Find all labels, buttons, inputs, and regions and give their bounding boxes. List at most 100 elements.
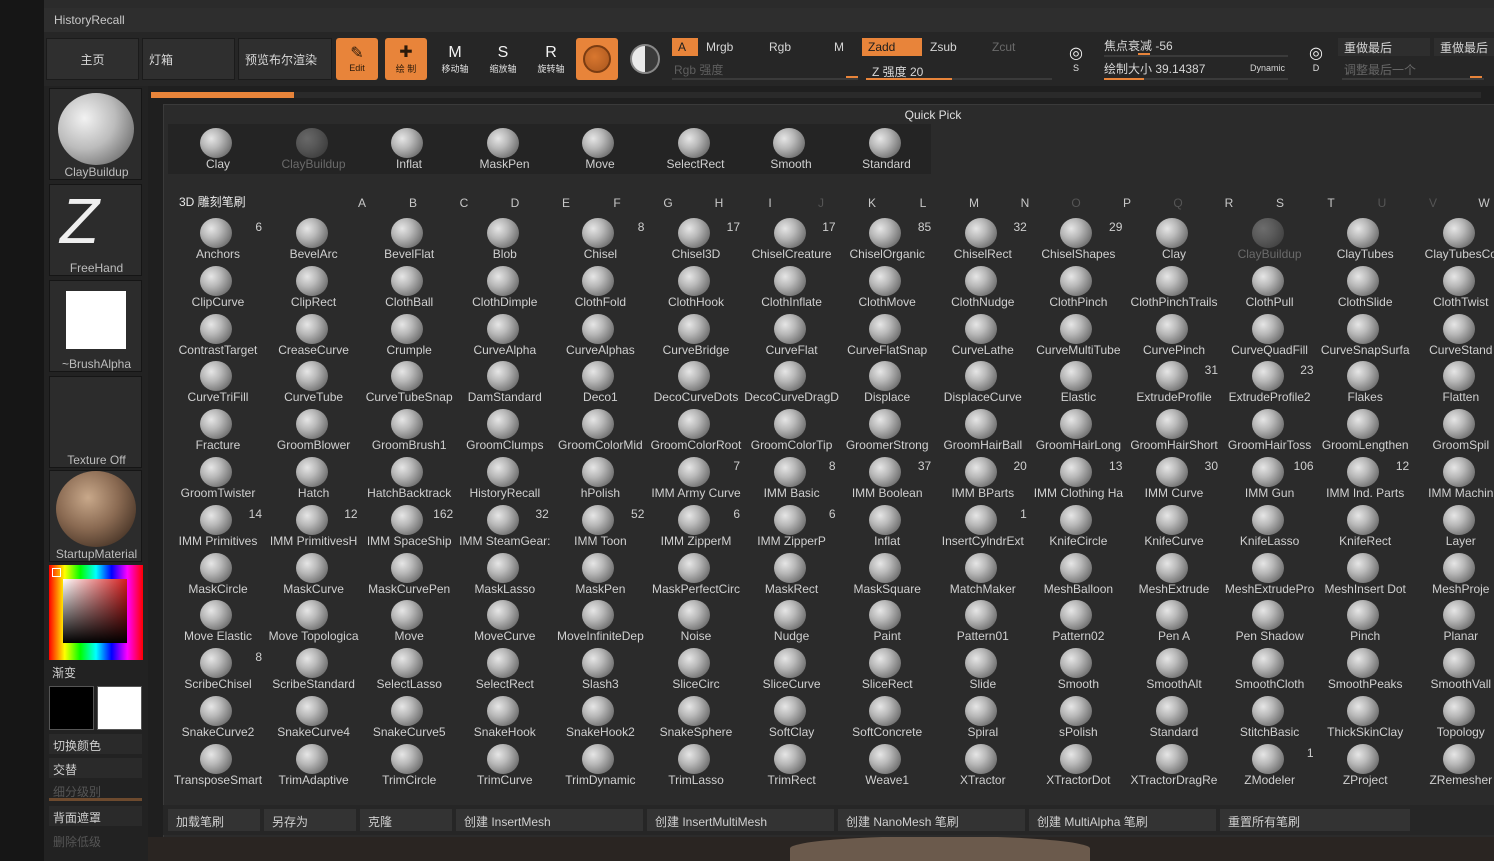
stroke-thumbnail[interactable]: Z FreeHand [49,184,142,276]
brush-imm-zipperp[interactable]: IMM ZipperP 6 [744,503,840,551]
move-tool-button[interactable]: M 移动轴 [434,38,476,80]
letter-index-l[interactable]: L [917,196,929,210]
brush-deco1[interactable]: Deco1 [552,359,648,407]
brush-maskpen[interactable]: MaskPen [552,551,648,599]
brush-curvetrifill[interactable]: CurveTriFill [170,359,266,407]
scale-tool-button[interactable]: S 缩放轴 [482,38,524,80]
switch-color-button[interactable]: 切换颜色 [49,734,142,754]
brush-move-topologica[interactable]: Move Topologica [266,598,362,646]
brush-transposesmart[interactable]: TransposeSmart [170,742,266,790]
brush-movecurve[interactable]: MoveCurve [457,598,553,646]
alpha-thumbnail[interactable]: ~BrushAlpha [49,280,142,372]
letter-index-r[interactable]: R [1223,196,1235,210]
brush-curvealpha[interactable]: CurveAlpha [457,312,553,360]
current-brush-thumbnail[interactable]: ClayBuildup [49,88,142,180]
brush-trimdynamic[interactable]: TrimDynamic [552,742,648,790]
brush-flakes[interactable]: Flakes [1317,359,1413,407]
brush-groomhairtoss[interactable]: GroomHairToss [1222,407,1318,455]
brush-slicerect[interactable]: SliceRect [839,646,935,694]
alternate-button[interactable]: 交替 [49,758,142,778]
brush-weave1[interactable]: Weave1 [839,742,935,790]
brush-curvepinch[interactable]: CurvePinch [1126,312,1222,360]
brush-move[interactable]: Move [361,598,457,646]
brush-curvequadfill[interactable]: CurveQuadFill [1222,312,1318,360]
brush-selectrect[interactable]: SelectRect [457,646,553,694]
brush-snakecurve2[interactable]: SnakeCurve2 [170,694,266,742]
color-picker-handle[interactable] [52,568,61,577]
brush-snakecurve4[interactable]: SnakeCurve4 [266,694,362,742]
brush-clothpinch[interactable]: ClothPinch [1030,264,1126,312]
brush-xtractordragre[interactable]: XTractorDragRe [1126,742,1222,790]
zcut-toggle[interactable]: Zcut [986,38,1036,56]
brush-chisel[interactable]: Chisel 8 [552,216,648,264]
brush-trimcircle[interactable]: TrimCircle [361,742,457,790]
quick-pick-standard[interactable]: Standard [839,126,935,174]
bottom-button-1[interactable]: 另存为 [264,809,356,831]
brush-claytubes[interactable]: ClayTubes [1317,216,1413,264]
brush-scribechisel[interactable]: ScribeChisel 8 [170,646,266,694]
adjust-last-handle[interactable] [1470,76,1482,78]
brush-groomhairshort[interactable]: GroomHairShort [1126,407,1222,455]
brush-bevelflat[interactable]: BevelFlat [361,216,457,264]
bottom-button-6[interactable]: 创建 MultiAlpha 笔刷 [1029,809,1216,831]
brush-topology[interactable]: Topology [1413,694,1494,742]
brush-imm-primitivesh[interactable]: IMM PrimitivesH 12 [266,503,362,551]
focal-shift-slider[interactable]: 焦点衰减 -56 [1098,36,1288,54]
letter-index-c[interactable]: C [458,196,470,210]
brush-pattern02[interactable]: Pattern02 [1030,598,1126,646]
brush-smoothpeaks[interactable]: SmoothPeaks [1317,646,1413,694]
brush-imm-steamgear[interactable]: IMM SteamGear: 32 [457,503,553,551]
brush-groomerstrong[interactable]: GroomerStrong [839,407,935,455]
brush-chiselshapes[interactable]: ChiselShapes 29 [1030,216,1126,264]
brush-snakesphere[interactable]: SnakeSphere [648,694,744,742]
brush-smoothvall[interactable]: SmoothVall [1413,646,1494,694]
brush-decocurvedragd[interactable]: DecoCurveDragD [744,359,840,407]
material-thumbnail[interactable]: StartupMaterial [49,470,142,562]
brush-clothhook[interactable]: ClothHook [648,264,744,312]
brush-cliprect[interactable]: ClipRect [266,264,362,312]
brush-trimlasso[interactable]: TrimLasso [648,742,744,790]
letter-index-k[interactable]: K [866,196,878,210]
bottom-button-4[interactable]: 创建 InsertMultiMesh [647,809,834,831]
brush-curveflatsnap[interactable]: CurveFlatSnap [839,312,935,360]
brush-groomclumps[interactable]: GroomClumps [457,407,553,455]
brush-zproject[interactable]: ZProject [1317,742,1413,790]
quick-pick-clay[interactable]: Clay [170,126,266,174]
brush-snakehook[interactable]: SnakeHook [457,694,553,742]
brush-elastic[interactable]: Elastic [1030,359,1126,407]
letter-index-s[interactable]: S [1274,196,1286,210]
brush-matchmaker[interactable]: MatchMaker [935,551,1031,599]
quick-pick-claybuildup[interactable]: ClayBuildup [266,126,362,174]
rgb-toggle[interactable]: Rgb [763,38,823,56]
brush-trimcurve[interactable]: TrimCurve [457,742,553,790]
brush-clothdimple[interactable]: ClothDimple [457,264,553,312]
rgb-intensity-handle[interactable] [846,76,858,78]
brush-snakehook2[interactable]: SnakeHook2 [552,694,648,742]
brush-maskperfectcirc[interactable]: MaskPerfectCirc [648,551,744,599]
brush-selectlasso[interactable]: SelectLasso [361,646,457,694]
brush-meshproje[interactable]: MeshProje [1413,551,1494,599]
quick-pick-smooth[interactable]: Smooth [743,126,839,174]
edit-tool-button[interactable]: ✎ Edit [336,38,378,80]
lazy-mouse-button[interactable]: ◎ S [1056,38,1096,80]
brush-clothfold[interactable]: ClothFold [552,264,648,312]
main-color-swatch[interactable] [49,686,94,730]
letter-index-u[interactable]: U [1376,196,1388,210]
secondary-color-swatch[interactable] [97,686,142,730]
brush-planar[interactable]: Planar [1413,598,1494,646]
brush-pen-shadow[interactable]: Pen Shadow [1222,598,1318,646]
brush-decocurvedots[interactable]: DecoCurveDots [648,359,744,407]
brush-groomcolorroot[interactable]: GroomColorRoot [648,407,744,455]
brush-curvesnapsurfa[interactable]: CurveSnapSurfa [1317,312,1413,360]
redo-last-button-2[interactable]: 重做最后 [1434,38,1494,56]
brush-imm-clothing-ha[interactable]: IMM Clothing Ha 13 [1030,455,1126,503]
brush-crumple[interactable]: Crumple [361,312,457,360]
brush-knifecurve[interactable]: KnifeCurve [1126,503,1222,551]
brush-knifelasso[interactable]: KnifeLasso [1222,503,1318,551]
brush-extrudeprofile[interactable]: ExtrudeProfile 31 [1126,359,1222,407]
brush-imm-boolean[interactable]: IMM Boolean 37 [839,455,935,503]
delete-lower-button[interactable]: 删除低级 [49,830,142,850]
brush-slash3[interactable]: Slash3 [552,646,648,694]
brush-groomhairball[interactable]: GroomHairBall [935,407,1031,455]
brush-thickskinclay[interactable]: ThickSkinClay [1317,694,1413,742]
